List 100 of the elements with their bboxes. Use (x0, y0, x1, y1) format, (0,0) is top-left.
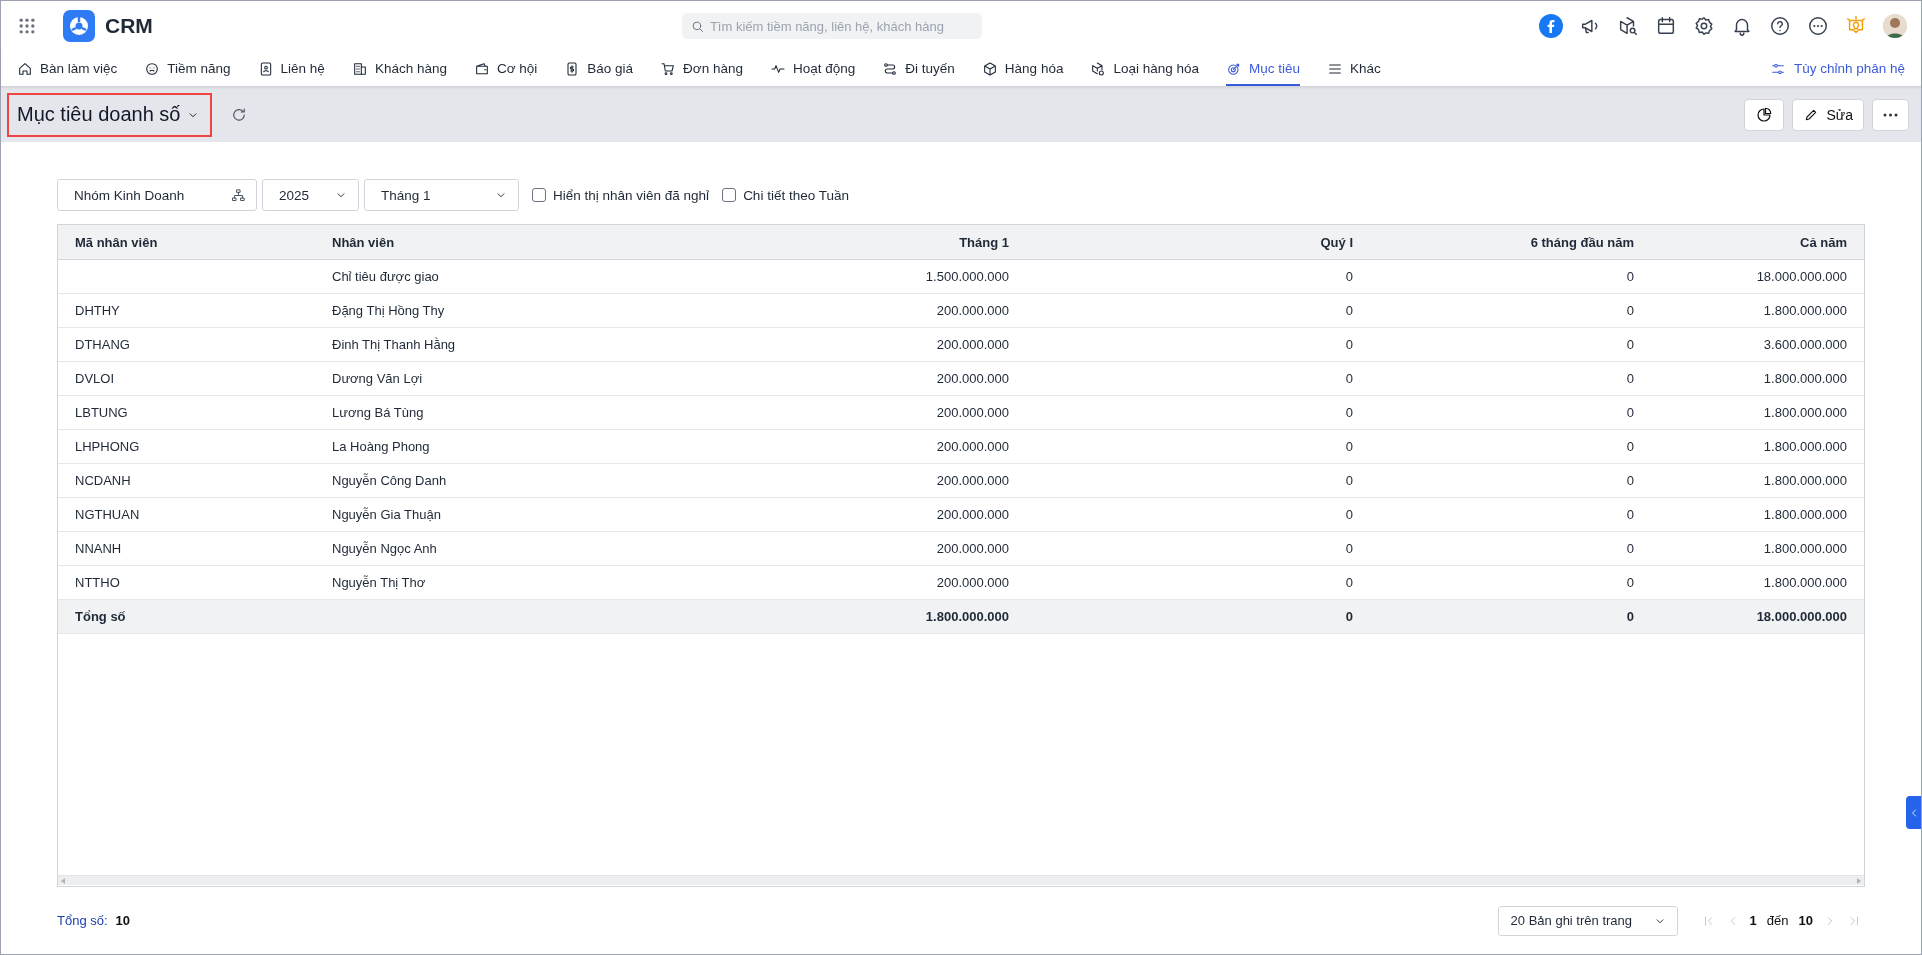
column-header[interactable]: Quý I (1026, 234, 1370, 250)
table-cell-text: 0 (1344, 473, 1354, 488)
nav-tab[interactable]: Đi tuyến (882, 51, 955, 86)
page-size-dropdown[interactable]: 20 Bản ghi trên trang (1497, 905, 1678, 936)
edit-button[interactable]: Sửa (1791, 98, 1864, 131)
table-cell-text: DHTHY (74, 303, 121, 318)
house-icon (17, 60, 33, 77)
table-cell-text: 200.000.000 (935, 575, 1010, 590)
org-chart-icon (231, 187, 246, 203)
table-cell-text: 0 (1344, 303, 1354, 318)
search-field[interactable]: Tìm kiếm tiềm năng, liên hệ, khách hàng (681, 13, 982, 39)
table-cell-text: 1.800.000.000 (1762, 575, 1848, 590)
help-icon[interactable] (1769, 15, 1791, 37)
table-cell-text: LHPHONG (74, 439, 141, 454)
table-cell-text: NNANH (74, 541, 123, 556)
table-cell-text: Nguyễn Gia Thuận (331, 507, 442, 522)
column-header[interactable]: Nhân viên (315, 234, 758, 250)
table-cell-text: 18.000.000.000 (1755, 269, 1848, 284)
table-cell-text: 200.000.000 (935, 473, 1010, 488)
table-cell-text: 0 (1625, 609, 1635, 624)
column-header[interactable]: Cả năm (1651, 234, 1864, 250)
checkbox[interactable] (722, 188, 737, 202)
apps-grid-icon[interactable] (17, 16, 37, 36)
table-cell-text: 0 (1344, 337, 1354, 352)
table-cell-text: 0 (1344, 575, 1354, 590)
table-cell-text: Lương Bá Tùng (331, 405, 425, 420)
nav-tab[interactable]: Hoạt động (770, 51, 856, 86)
column-header[interactable]: 6 tháng đầu năm (1370, 234, 1651, 250)
building-icon (351, 60, 368, 77)
route-icon (882, 60, 899, 77)
table-cell-text: 200.000.000 (935, 337, 1010, 352)
table-cell-text: 0 (1625, 541, 1635, 556)
table-cell-text: Dương Văn Lợi (331, 371, 424, 386)
table-cell-text: 0 (1625, 371, 1635, 386)
settings-icon[interactable] (1693, 15, 1715, 37)
table-cell-text: 200.000.000 (935, 507, 1010, 522)
nav-tab[interactable]: Liên hệ (257, 51, 325, 86)
nav-tab[interactable]: Báo giá (564, 51, 634, 86)
table-cell-text: DVLOI (74, 371, 115, 386)
table-cell-text: 1.800.000.000 (1762, 439, 1848, 454)
table-cell-text: Đinh Thị Thanh Hằng (331, 337, 457, 352)
nav-tab[interactable]: Hàng hóa (981, 51, 1064, 86)
table-cell-text: 18.000.000.000 (1755, 609, 1848, 624)
chart-button[interactable] (1743, 98, 1784, 131)
nav-tab[interactable]: Khách hàng (351, 51, 447, 86)
table-cell-text: 0 (1344, 609, 1354, 624)
table-cell-text: 0 (1625, 269, 1635, 284)
table-cell-text: 0 (1625, 439, 1635, 454)
nav-tab[interactable]: Tiềm năng (144, 51, 231, 86)
period-dropdown[interactable]: Tháng 1 (364, 179, 519, 211)
table-cell-text: Đặng Thị Hồng Thy (331, 303, 446, 318)
table-cell-text: 0 (1625, 303, 1635, 318)
year-dropdown[interactable]: 2025 (262, 179, 359, 211)
avatar[interactable] (1883, 14, 1907, 38)
nav-tab[interactable]: Loại hàng hóa (1090, 51, 1199, 86)
table-cell-text: 0 (1625, 575, 1635, 590)
table-cell-text: 3.600.000.000 (1762, 337, 1848, 352)
total-count: 10 (115, 913, 131, 928)
table-cell-text: 0 (1625, 337, 1635, 352)
group-selector[interactable]: Nhóm Kinh Doanh (57, 179, 257, 211)
table-cell-text: Nguyễn Công Danh (331, 473, 448, 488)
facebook-icon[interactable] (1539, 14, 1563, 38)
table-cell-text: 0 (1344, 269, 1354, 284)
table-cell-text: DTHANG (74, 337, 131, 352)
table-cell-text: LBTUNG (74, 405, 129, 420)
page-title-dropdown[interactable]: Mục tiêu doanh số (7, 92, 213, 137)
column-header[interactable]: Tháng 1 (758, 234, 1026, 250)
boxes-icon (1090, 60, 1107, 77)
table-cell-text: 0 (1625, 473, 1635, 488)
current-page: 1 (1749, 913, 1757, 928)
cube-icon (981, 60, 998, 77)
table-cell-text: 1.800.000.000 (1762, 371, 1848, 386)
nav-tab[interactable]: Cơ hội (473, 51, 538, 86)
table-cell-text: 1.800.000.000 (1762, 541, 1848, 556)
table-cell-text: 0 (1625, 405, 1635, 420)
total-count-label: Tổng số: (57, 913, 108, 928)
nav-tab[interactable]: Bàn làm việc (17, 51, 118, 86)
checkbox-label: Chi tiết theo Tuần (743, 187, 849, 203)
nav-tab[interactable]: Đơn hàng (660, 51, 743, 86)
table-cell-text: Nguyễn Thị Thơ (331, 575, 427, 590)
column-header[interactable]: Mã nhân viên (58, 234, 315, 250)
page-range-label: đến (1766, 913, 1789, 928)
logo-icon (63, 10, 95, 42)
table-cell-text: 200.000.000 (935, 303, 1010, 318)
table-cell-text: 200.000.000 (935, 541, 1010, 556)
customize-link[interactable]: Tùy chỉnh phân hệ (1769, 51, 1905, 86)
nav-tab[interactable]: Khác (1327, 51, 1381, 86)
table-cell-text: 200.000.000 (935, 439, 1010, 454)
table-cell-text: 1.800.000.000 (1762, 303, 1848, 318)
table-cell-text: NCDANH (74, 473, 132, 488)
checkbox[interactable] (532, 188, 546, 202)
cart-icon (660, 60, 677, 77)
box-search-icon[interactable] (1617, 15, 1639, 37)
more-icon[interactable] (1807, 15, 1829, 37)
table-cell-text: NTTHO (74, 575, 121, 590)
calendar-icon[interactable] (1655, 15, 1677, 37)
total-label: Tổng số (74, 609, 127, 624)
table-cell-text: NGTHUAN (74, 507, 141, 522)
table-cell-text: 0 (1344, 439, 1354, 454)
table-cell-text: La Hoàng Phong (331, 439, 431, 454)
